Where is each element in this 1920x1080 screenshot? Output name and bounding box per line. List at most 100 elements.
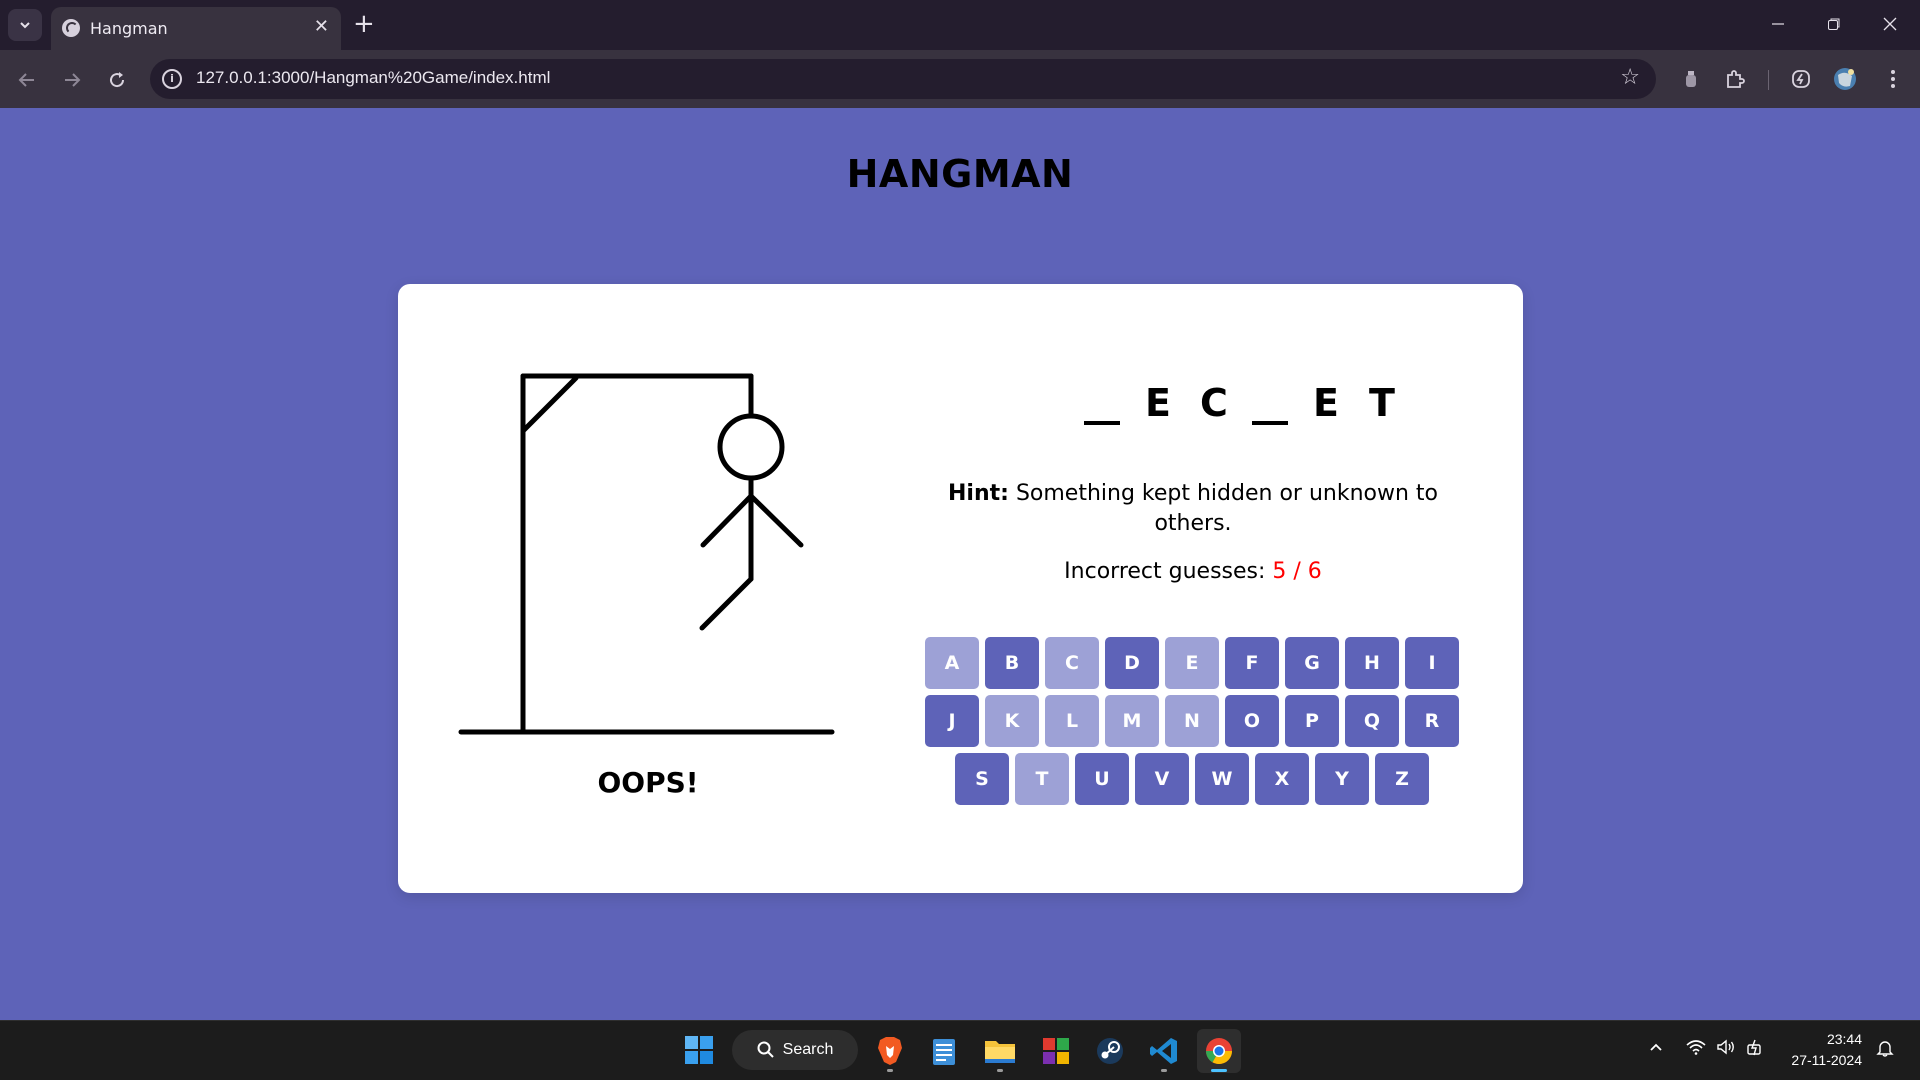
back-button[interactable] [10, 63, 44, 97]
search-icon [757, 1041, 774, 1058]
taskbar-search[interactable]: Search [732, 1030, 858, 1070]
profile-avatar[interactable] [1830, 64, 1860, 94]
letter-key-c[interactable]: C [1045, 637, 1099, 689]
letter-key-e[interactable]: E [1165, 637, 1219, 689]
letter-key-f[interactable]: F [1225, 637, 1279, 689]
running-indicator [997, 1069, 1003, 1072]
file-explorer-app[interactable] [978, 1029, 1022, 1073]
running-indicator [1161, 1069, 1167, 1072]
close-window-button[interactable] [1870, 8, 1910, 40]
keyboard-row: ABCDEFGHI [922, 637, 1462, 689]
notification-bell-icon[interactable] [1876, 1039, 1894, 1061]
hangman-right-arm [748, 493, 804, 548]
clock-date: 27-11-2024 [1791, 1052, 1862, 1068]
letter-key-z[interactable]: Z [1375, 753, 1429, 805]
wifi-icon[interactable] [1686, 1039, 1706, 1059]
extensions-button[interactable] [1720, 64, 1750, 94]
extension-icon[interactable] [1676, 64, 1706, 94]
puzzle-icon [1727, 70, 1745, 88]
close-tab-icon[interactable]: ✕ [314, 16, 329, 38]
arrow-right-icon [65, 73, 81, 87]
letter-key-n[interactable]: N [1165, 695, 1219, 747]
tray-overflow-icon[interactable] [1648, 1039, 1664, 1059]
letter-key-o[interactable]: O [1225, 695, 1279, 747]
notepad-app[interactable] [922, 1029, 966, 1073]
letter-key-a[interactable]: A [925, 637, 979, 689]
tab-search-button[interactable] [8, 9, 42, 41]
incorrect-guesses: Incorrect guesses: 5 / 6 [938, 559, 1448, 584]
letter-key-h[interactable]: H [1345, 637, 1399, 689]
letter-key-w[interactable]: W [1195, 753, 1249, 805]
steam-icon [1097, 1038, 1123, 1064]
browser-tab-bar: Hangman ✕ + [0, 0, 1920, 50]
system-clock[interactable]: 23:44 27-11-2024 [1772, 1029, 1862, 1071]
guesses-count: 5 / 6 [1272, 559, 1322, 584]
letter-key-y[interactable]: Y [1315, 753, 1369, 805]
url-text[interactable]: 127.0.0.1:3000/Hangman%20Game/index.html [196, 68, 550, 88]
letter-key-d[interactable]: D [1105, 637, 1159, 689]
letter-key-k[interactable]: K [985, 695, 1039, 747]
letter-key-m[interactable]: M [1105, 695, 1159, 747]
letter-key-s[interactable]: S [955, 753, 1009, 805]
letter-key-v[interactable]: V [1135, 753, 1189, 805]
letter-key-b[interactable]: B [985, 637, 1039, 689]
hangman-head [717, 413, 785, 481]
forward-button[interactable] [55, 63, 89, 97]
reload-button[interactable] [100, 63, 134, 97]
guesses-label: Incorrect guesses: [1064, 559, 1266, 584]
reload-icon [110, 72, 125, 88]
brave-icon [878, 1037, 902, 1065]
word-blank-slot [1250, 381, 1290, 425]
letter-key-g[interactable]: G [1285, 637, 1339, 689]
chrome-icon [1205, 1038, 1233, 1065]
vscode-icon [1150, 1038, 1177, 1064]
browser-menu-button[interactable] [1878, 64, 1908, 94]
volume-icon[interactable] [1716, 1039, 1736, 1059]
performance-button[interactable] [1786, 64, 1816, 94]
word-blank-slot [1082, 381, 1122, 425]
restore-button[interactable] [1814, 8, 1854, 40]
clock-time: 23:44 [1826, 1031, 1862, 1047]
letter-key-j[interactable]: J [925, 695, 979, 747]
hint-label: Hint: [948, 481, 1009, 506]
close-icon [1883, 17, 1897, 31]
letter-key-l[interactable]: L [1045, 695, 1099, 747]
address-bar[interactable]: i 127.0.0.1:3000/Hangman%20Game/index.ht… [150, 59, 1656, 99]
more-vertical-icon [1891, 70, 1895, 88]
keyboard-row: STUVWXYZ [922, 753, 1462, 805]
brave-app[interactable] [868, 1029, 912, 1073]
file-explorer-icon [985, 1041, 1015, 1063]
site-info-icon[interactable]: i [162, 69, 182, 89]
letter-key-i[interactable]: I [1405, 637, 1459, 689]
restore-icon [1828, 18, 1840, 30]
bookmark-star-icon[interactable]: ☆ [1620, 65, 1640, 90]
search-label: Search [782, 1041, 834, 1058]
letter-keyboard: ABCDEFGHI JKLMNOPQR STUVWXYZ [922, 637, 1462, 811]
letter-key-r[interactable]: R [1405, 695, 1459, 747]
bottle-icon [1686, 71, 1696, 87]
hint-value: Something kept hidden or unknown to othe… [1015, 481, 1438, 536]
browser-toolbar: i 127.0.0.1:3000/Hangman%20Game/index.ht… [0, 50, 1920, 108]
word-letter-slot: T [1369, 381, 1395, 425]
vscode-app[interactable] [1142, 1029, 1186, 1073]
running-indicator [887, 1069, 893, 1072]
letter-key-x[interactable]: X [1255, 753, 1309, 805]
start-button[interactable] [684, 1035, 714, 1065]
letter-key-t[interactable]: T [1015, 753, 1069, 805]
arrow-left-icon [18, 73, 34, 87]
browser-tab[interactable]: Hangman ✕ [51, 7, 341, 50]
minimize-button[interactable] [1758, 8, 1798, 40]
tiles-app[interactable] [1034, 1029, 1078, 1073]
notepad-icon [933, 1039, 955, 1065]
tab-title: Hangman [90, 19, 168, 38]
battery-icon[interactable] [1746, 1039, 1766, 1061]
letter-key-p[interactable]: P [1285, 695, 1339, 747]
letter-key-q[interactable]: Q [1345, 695, 1399, 747]
steam-app[interactable] [1088, 1029, 1132, 1073]
letter-key-u[interactable]: U [1075, 753, 1129, 805]
globe-icon [62, 19, 80, 37]
taskbar: Search 23:44 27-11-2024 [0, 1020, 1920, 1080]
new-tab-button[interactable]: + [353, 10, 375, 38]
chrome-app[interactable] [1197, 1029, 1241, 1073]
chevron-down-icon [20, 22, 30, 29]
